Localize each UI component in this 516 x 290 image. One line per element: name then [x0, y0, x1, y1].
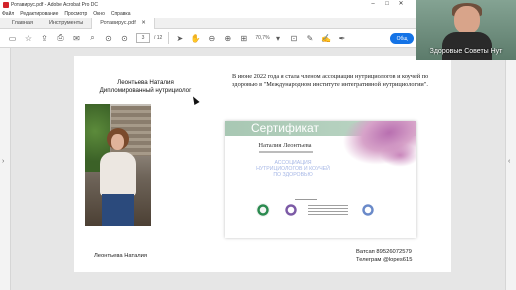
webcam-caption: Здоровые Советы Нут: [429, 48, 503, 55]
certificate-image: Сертификат Наталия Леонтьева АССОЦИАЦИЯ …: [225, 121, 416, 238]
bookmark-icon[interactable]: ☆: [22, 32, 35, 45]
tab-document[interactable]: Ротавирус.pdf ✕: [91, 17, 155, 29]
chevron-left-icon[interactable]: ‹: [508, 158, 510, 165]
close-icon[interactable]: ✕: [394, 0, 408, 9]
select-cursor-icon[interactable]: ➤: [173, 32, 186, 45]
certificate-fine-print: [259, 151, 313, 153]
certificate-leaves-decoration-2: [380, 143, 416, 167]
prev-page-icon[interactable]: ⊙: [102, 32, 115, 45]
comment-icon[interactable]: ✎: [304, 32, 317, 45]
author-name-block: Леонтьева Наталия Дипломированный нутриц…: [74, 79, 217, 95]
tab-tools[interactable]: Инструменты: [41, 18, 91, 29]
tab-home[interactable]: Главная: [4, 18, 41, 29]
acrobat-icon: [3, 1, 9, 8]
menu-window[interactable]: Окно: [93, 11, 105, 17]
upload-icon[interactable]: ⇪: [38, 32, 51, 45]
zoom-out-icon[interactable]: ⊖: [205, 32, 218, 45]
webcam-overlay: Здоровые Советы Нут: [416, 0, 516, 60]
zoom-dropdown-icon[interactable]: ▾: [272, 32, 285, 45]
author-photo: [85, 104, 151, 226]
hand-icon[interactable]: ✋: [189, 32, 202, 45]
certificate-org: АССОЦИАЦИЯ НУТРИЦИОЛОГОВ И КОУЧЕЙ ПО ЗДО…: [253, 160, 333, 178]
certificate-org-line3: ПО ЗДОРОВЬЮ: [273, 172, 313, 178]
author-title: Дипломированный нутрициолог: [99, 87, 192, 94]
window-controls: – □ ✕: [366, 0, 408, 9]
menu-help[interactable]: Справка: [111, 11, 131, 17]
fit-page-icon[interactable]: ⊡: [288, 32, 301, 45]
certificate-holder: Наталия Леонтьева: [258, 142, 312, 149]
search-icon[interactable]: ⌕: [86, 32, 99, 45]
maximize-icon[interactable]: □: [380, 0, 394, 9]
marquee-zoom-icon[interactable]: ⊞: [237, 32, 250, 45]
right-panel-rail[interactable]: ‹: [505, 48, 516, 290]
total-pages: / 12: [154, 35, 163, 41]
certificate-signature: [295, 194, 317, 200]
footer-contacts: Ватсап 89526072579 Телеграм @lopes615: [356, 248, 412, 264]
share-button[interactable]: Общ: [390, 33, 414, 44]
menu-file[interactable]: Файл: [2, 11, 14, 17]
chevron-right-icon[interactable]: ›: [2, 158, 4, 165]
tab-document-label: Ротавирус.pdf: [100, 19, 136, 26]
toolbar-divider: [168, 32, 170, 44]
print-icon[interactable]: ⎙: [54, 32, 67, 45]
left-panel-rail[interactable]: ›: [0, 48, 11, 290]
certificate-seal-icon: [361, 203, 375, 217]
menu-edit[interactable]: Редактирование: [20, 11, 58, 17]
draw-icon[interactable]: ✍: [320, 32, 333, 45]
zoom-level[interactable]: 70,7%: [255, 35, 269, 41]
zoom-in-icon[interactable]: ⊕: [221, 32, 234, 45]
pdf-page: Леонтьева Наталия Дипломированный нутриц…: [74, 56, 451, 272]
tab-close-icon[interactable]: ✕: [141, 20, 146, 26]
certificate-seal-icon: [256, 203, 270, 217]
membership-paragraph: В июне 2022 года я стала членом ассоциац…: [232, 73, 429, 88]
minimize-icon[interactable]: –: [366, 0, 380, 9]
contact-whatsapp: Ватсап 89526072579: [356, 249, 412, 255]
page-number-input[interactable]: 3: [136, 33, 150, 43]
certificate-heading: Сертификат: [251, 121, 319, 135]
next-page-icon[interactable]: ⊙: [118, 32, 131, 45]
footer-name: Леонтьева Наталия: [94, 253, 148, 259]
certificate-small-text: [308, 205, 348, 215]
fill-sign-icon[interactable]: ✒: [336, 32, 349, 45]
mail-icon[interactable]: ✉: [70, 32, 83, 45]
window-title: Ротавирус.pdf - Adobe Acrobat Pro DC: [11, 1, 99, 8]
menu-view[interactable]: Просмотр: [64, 11, 87, 17]
contact-telegram: Телеграм @lopes615: [356, 257, 413, 263]
save-icon[interactable]: ▭: [6, 32, 19, 45]
certificate-seal-icon: [284, 203, 298, 217]
author-name: Леонтьева Наталия: [117, 79, 174, 86]
